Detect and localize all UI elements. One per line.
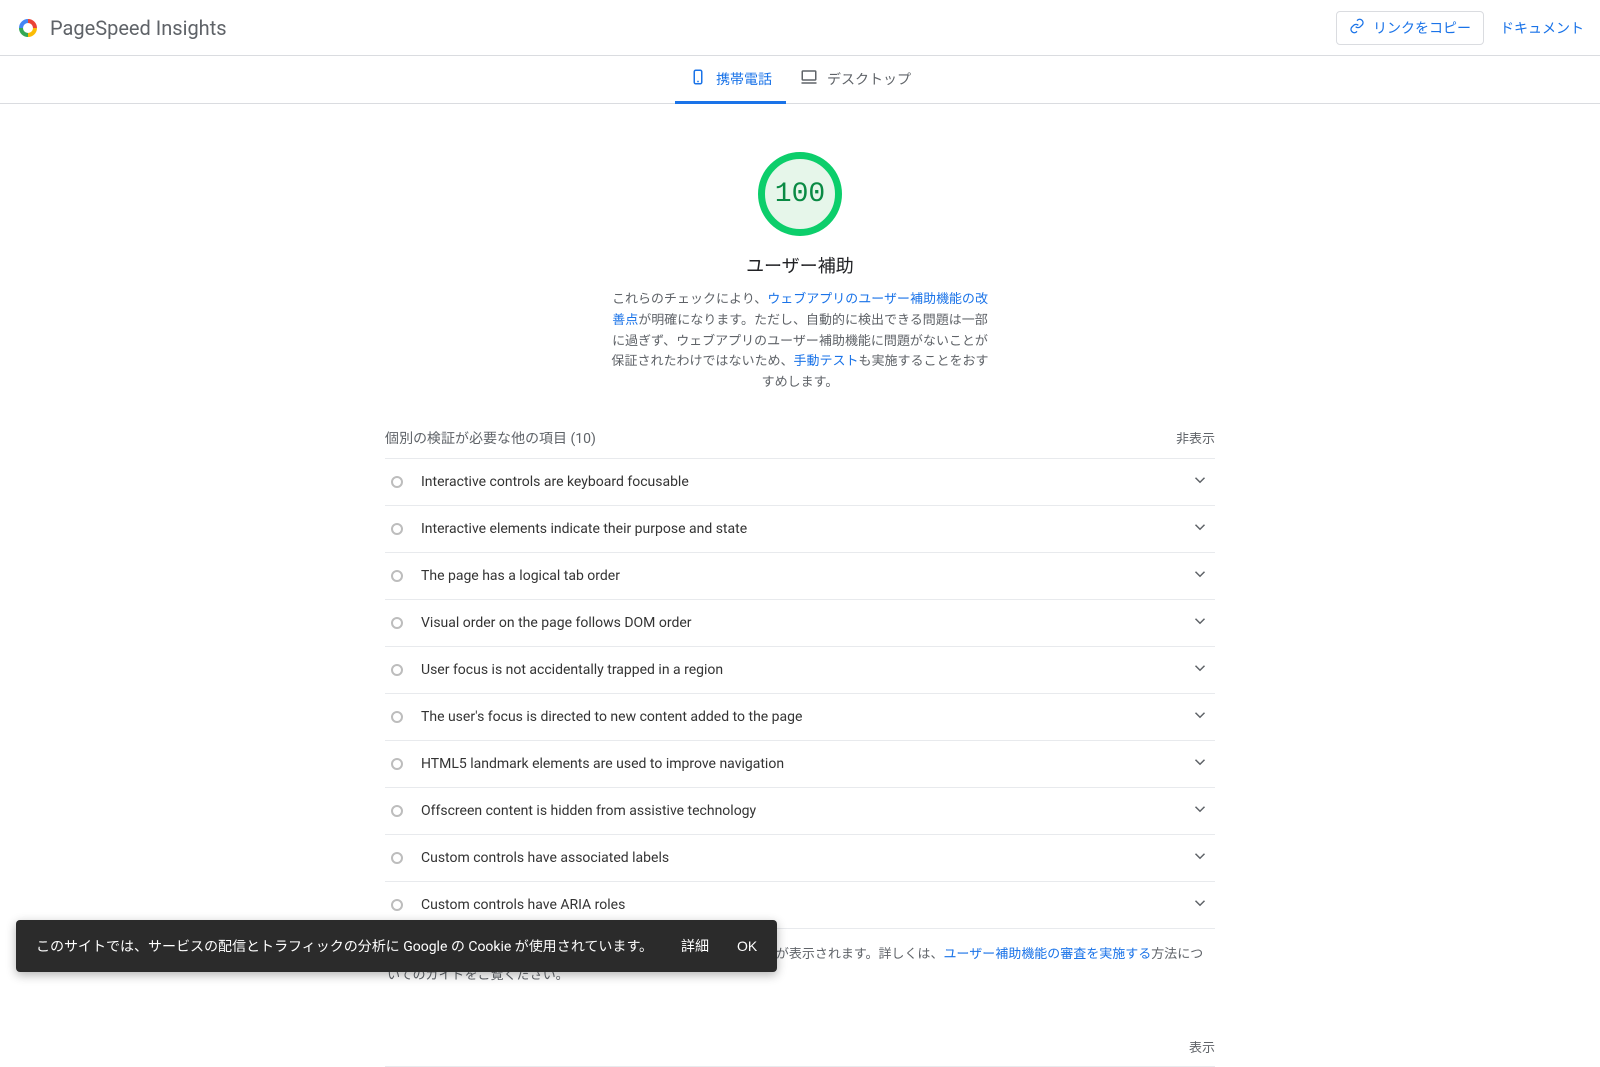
manual-section-toggle[interactable]: 非表示 [1176,428,1215,447]
manual-status-icon [391,805,403,817]
tab-desktop-label: デスクトップ [827,69,911,89]
audit-title: HTML5 landmark elements are used to impr… [421,756,1191,772]
device-tabs: 携帯電話 デスクトップ [0,56,1600,104]
tab-desktop[interactable]: デスクトップ [786,56,925,104]
audit-row[interactable]: HTML5 landmark elements are used to impr… [385,741,1215,788]
audit-title: Offscreen content is hidden from assisti… [421,803,1191,819]
audit-row[interactable]: Custom controls have associated labels [385,835,1215,882]
audit-title: The user's focus is directed to new cont… [421,709,1191,725]
manual-status-icon [391,570,403,582]
header-left: PageSpeed Insights [16,16,227,40]
audit-title: Visual order on the page follows DOM ord… [421,615,1191,631]
manual-status-icon [391,476,403,488]
audit-title: Interactive elements indicate their purp… [421,521,1191,537]
manual-status-icon [391,711,403,723]
header-right: リンクをコピー ドキュメント [1336,11,1584,45]
gauge-description: これらのチェックにより、ウェブアプリのユーザー補助機能の改善点が明確になります。… [610,290,990,394]
audit-title: Custom controls have associated labels [421,850,1191,866]
mobile-icon [689,68,707,90]
manual-section-title: 個別の検証が必要な他の項目 (10) [385,428,596,448]
audit-list: Interactive controls are keyboard focusa… [385,459,1215,929]
audit-title: Interactive controls are keyboard focusa… [421,474,1191,490]
chevron-down-icon [1191,894,1209,916]
audit-row[interactable]: Offscreen content is hidden from assisti… [385,788,1215,835]
cookie-details-button[interactable]: 詳細 [681,936,709,956]
gauge-title: ユーザー補助 [385,252,1215,278]
gauge-desc-pre: これらのチェックにより、 [612,292,767,307]
manual-status-icon [391,617,403,629]
chevron-down-icon [1191,471,1209,493]
chevron-down-icon [1191,565,1209,587]
app-header: PageSpeed Insights リンクをコピー ドキュメント [0,0,1600,56]
chevron-down-icon [1191,800,1209,822]
gauge-score: 100 [775,179,825,210]
manual-status-icon [391,664,403,676]
app-title: PageSpeed Insights [50,16,227,40]
chevron-down-icon [1191,612,1209,634]
gauge-circle: 100 [758,152,842,236]
chevron-down-icon [1191,518,1209,540]
copy-link-label: リンクをコピー [1373,18,1471,38]
cookie-ok-button[interactable]: OK [737,938,757,954]
chevron-down-icon [1191,847,1209,869]
manual-section-header: 個別の検証が必要な他の項目 (10) 非表示 [385,418,1215,459]
manual-status-icon [391,758,403,770]
accessibility-gauge-section: 100 ユーザー補助 これらのチェックにより、ウェブアプリのユーザー補助機能の改… [385,152,1215,394]
desktop-icon [800,68,818,90]
manual-status-icon [391,523,403,535]
audit-row[interactable]: User focus is not accidentally trapped i… [385,647,1215,694]
doc-link[interactable]: ドキュメント [1500,18,1584,38]
audit-row[interactable]: Interactive controls are keyboard focusa… [385,459,1215,506]
audit-title: Custom controls have ARIA roles [421,897,1191,913]
audit-row[interactable]: Interactive elements indicate their purp… [385,506,1215,553]
tab-mobile[interactable]: 携帯電話 [675,56,786,104]
audit-row[interactable]: The page has a logical tab order [385,553,1215,600]
score-gauge: 100 [758,152,842,236]
psi-logo-icon [16,16,40,40]
tab-mobile-label: 携帯電話 [716,69,772,89]
audit-row[interactable]: The user's focus is directed to new cont… [385,694,1215,741]
manual-status-icon [391,852,403,864]
gauge-link-manual-test[interactable]: 手動テスト [793,354,858,369]
audit-title: The page has a logical tab order [421,568,1191,584]
audit-row[interactable]: Visual order on the page follows DOM ord… [385,600,1215,647]
chevron-down-icon [1191,753,1209,775]
chevron-down-icon [1191,706,1209,728]
cookie-message: このサイトでは、サービスの配信とトラフィックの分析に Google の Cook… [36,936,653,956]
cookie-consent-bar: このサイトでは、サービスの配信とトラフィックの分析に Google の Cook… [16,920,777,972]
passed-section-toggle[interactable]: 表示 [1189,1037,1215,1056]
manual-status-icon [391,899,403,911]
copy-link-button[interactable]: リンクをコピー [1336,11,1484,45]
chevron-down-icon [1191,659,1209,681]
link-icon [1349,18,1365,37]
audit-title: User focus is not accidentally trapped i… [421,662,1191,678]
passed-section-header: 表示 [385,1027,1215,1067]
footer-note-link[interactable]: ユーザー補助機能の審査を実施する [944,947,1152,962]
